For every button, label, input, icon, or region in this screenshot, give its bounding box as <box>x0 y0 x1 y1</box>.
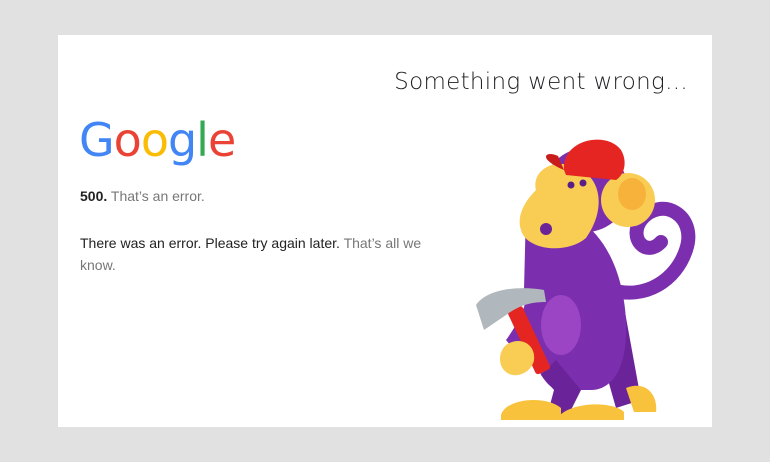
monkey-foot <box>626 385 657 412</box>
monkey-foot <box>501 399 561 420</box>
error-card: Something went wrong... Google 500. That… <box>58 35 712 427</box>
monkey-nose <box>540 223 552 235</box>
cap <box>563 139 625 180</box>
error-summary: 500. That’s an error. <box>80 188 205 204</box>
monkey-with-hammer-icon <box>476 139 696 420</box>
logo-letter: e <box>207 113 236 167</box>
error-message-main: There was an error. Please try again lat… <box>80 235 340 251</box>
google-logo[interactable]: Google <box>79 113 236 167</box>
error-short: That’s an error. <box>110 188 205 204</box>
monkey-belly <box>541 295 581 355</box>
logo-letter: l <box>196 113 209 167</box>
logo-letter: o <box>113 113 142 167</box>
monkey-eye <box>567 181 575 189</box>
monkey-eye <box>579 179 587 187</box>
logo-letter: o <box>140 113 169 167</box>
monkey-hand <box>500 340 535 376</box>
logo-letter: G <box>79 113 115 167</box>
error-code: 500. <box>80 188 108 204</box>
logo-letter: g <box>167 113 197 167</box>
error-message: There was an error. Please try again lat… <box>80 232 460 276</box>
